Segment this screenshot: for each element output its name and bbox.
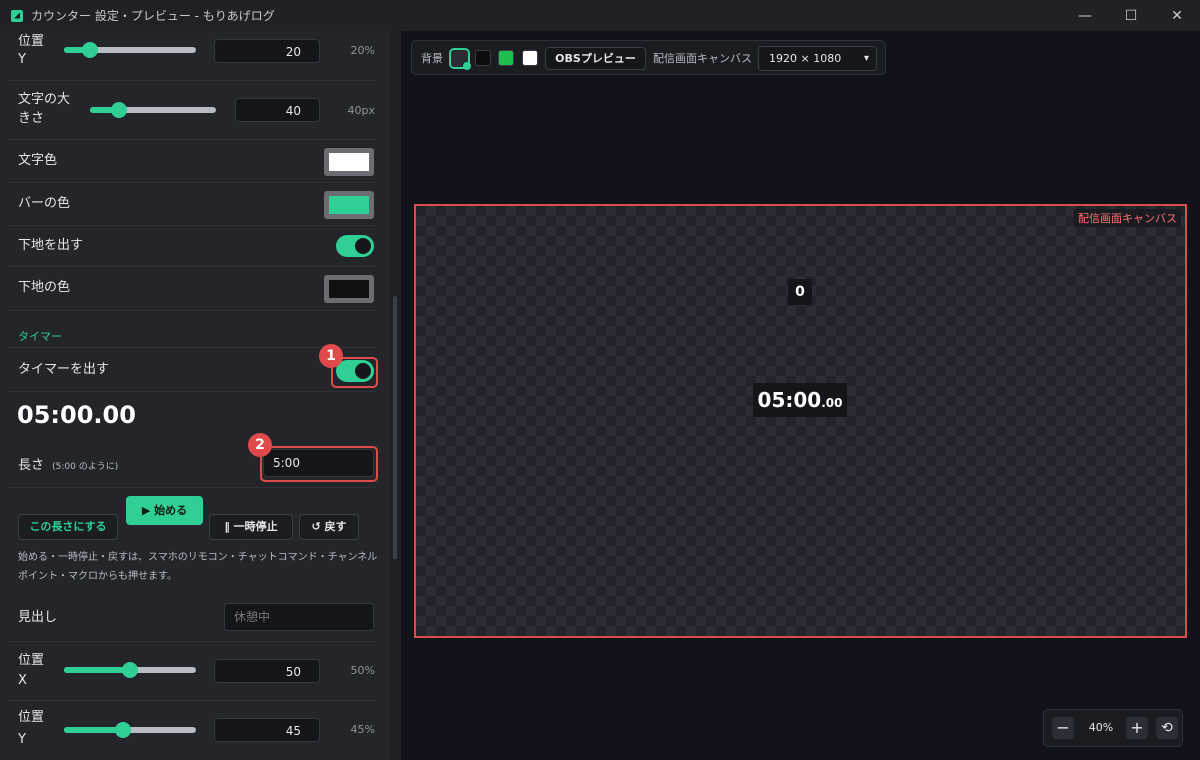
resolution-select[interactable]: 1920 × 1080 ▾ xyxy=(758,46,877,71)
reset-button[interactable]: ↺ 戻す xyxy=(299,514,359,540)
setting-label-cont: きさ xyxy=(18,111,45,126)
heading-input[interactable] xyxy=(224,603,374,631)
setting-label: 下地の色 xyxy=(18,280,71,295)
setting-row-position-y-top: 位置 Y 20 20% xyxy=(8,31,376,81)
background-toggle[interactable] xyxy=(336,235,374,257)
minimize-button[interactable]: — xyxy=(1062,0,1108,31)
position-y-input[interactable]: 20 xyxy=(214,39,320,63)
highlight-box-2 xyxy=(260,446,378,482)
setting-row-text-color: 文字色 xyxy=(8,140,376,183)
background-label: 背景 xyxy=(421,52,443,65)
zoom-level: 40% xyxy=(1088,721,1114,734)
position-y-percent: 45% xyxy=(350,723,375,736)
counter-overlay[interactable]: 0 xyxy=(788,279,812,305)
stream-canvas[interactable]: 配信画面キャンバス 0 05:00.00 xyxy=(414,204,1187,638)
duration-hint: (5:00 のように) xyxy=(52,462,119,472)
bar-color-swatch[interactable] xyxy=(324,191,374,219)
set-duration-button[interactable]: この長さにする xyxy=(18,514,118,540)
zoom-out-button[interactable]: − xyxy=(1052,717,1074,739)
annotation-badge-2: 2 xyxy=(248,433,272,457)
setting-label-axis: X xyxy=(18,673,27,688)
font-size-slider[interactable] xyxy=(90,102,216,118)
remote-control-note: 始める・一時停止・戻すは、スマホのリモコン・チャットコマンド・チャンネルポイント… xyxy=(18,552,378,582)
pause-button[interactable]: ‖ 一時停止 xyxy=(209,514,293,540)
preview-panel: 背景 OBSプレビュー 配信画面キャンバス 1920 × 1080 ▾ 配信画面… xyxy=(401,31,1200,760)
annotation-badge-1: 1 xyxy=(319,344,343,368)
title-bar: カウンター 設定・プレビュー - もりあげログ — ☐ ✕ xyxy=(0,0,1200,31)
setting-row-bar-color: バーの色 xyxy=(8,183,376,226)
background-swatch-checker[interactable] xyxy=(449,48,471,70)
setting-label: 下地を出す xyxy=(18,238,84,253)
setting-label-axis: Y xyxy=(18,52,26,67)
setting-label-axis: Y xyxy=(18,732,26,747)
obs-preview-button[interactable]: OBSプレビュー xyxy=(545,47,646,70)
background-swatch-green[interactable] xyxy=(498,50,514,66)
slider-knob[interactable] xyxy=(115,722,132,738)
section-title-timer: タイマー xyxy=(18,330,62,343)
canvas-size-label: 配信画面キャンバス xyxy=(653,52,752,65)
background-swatch-black[interactable] xyxy=(475,50,491,66)
background-swatch-white[interactable] xyxy=(522,50,538,66)
settings-panel: 位置 Y 20 20% 文字の大 きさ 40 40px 文字色 バーの色 下地を… xyxy=(0,31,399,760)
setting-label: 見出し xyxy=(18,610,58,625)
position-x-input[interactable]: 50 xyxy=(214,659,320,683)
timer-display: 05:00.00 xyxy=(17,401,136,429)
app-icon xyxy=(11,9,23,22)
zoom-controls: − 40% + ⟲ xyxy=(1043,709,1183,747)
chevron-down-icon: ▾ xyxy=(863,53,869,64)
position-y-slider[interactable] xyxy=(64,42,196,58)
duration-label: 長さ xyxy=(18,458,45,473)
slider-knob[interactable] xyxy=(82,42,99,58)
timer-overlay[interactable]: 05:00.00 xyxy=(753,383,847,417)
setting-row-position-x: 位置 X 50 50% xyxy=(8,642,376,701)
close-button[interactable]: ✕ xyxy=(1154,0,1200,31)
window-controls: — ☐ ✕ xyxy=(1062,0,1200,31)
setting-row-font-size: 文字の大 きさ 40 40px xyxy=(8,81,376,140)
timer-overlay-fraction: .00 xyxy=(821,396,843,410)
preview-toolbar: 背景 OBSプレビュー 配信画面キャンバス 1920 × 1080 ▾ xyxy=(411,40,886,75)
text-color-swatch[interactable] xyxy=(324,148,374,176)
scrollbar-thumb[interactable] xyxy=(393,296,397,559)
setting-label: 長さ (5:00 のように) xyxy=(18,455,118,478)
zoom-in-button[interactable]: + xyxy=(1126,717,1148,739)
setting-row-background-toggle: 下地を出す xyxy=(8,226,376,267)
setting-row-position-y: 位置 Y 45 45% xyxy=(8,701,376,759)
maximize-button[interactable]: ☐ xyxy=(1108,0,1154,31)
position-x-slider[interactable] xyxy=(64,662,196,678)
start-button[interactable]: ▶ 始める xyxy=(126,496,203,525)
position-y-percent: 20% xyxy=(350,44,375,57)
window-title: カウンター 設定・プレビュー - もりあげログ xyxy=(31,9,275,23)
timer-overlay-main: 05:00 xyxy=(757,388,822,412)
slider-knob[interactable] xyxy=(122,662,138,678)
setting-label: 位置 xyxy=(18,710,45,725)
font-size-unit: 40px xyxy=(347,104,376,117)
setting-label: 文字色 xyxy=(18,153,58,168)
setting-label: 位置 xyxy=(18,653,45,668)
slider-knob[interactable] xyxy=(110,102,127,118)
background-color-swatch[interactable] xyxy=(324,275,374,303)
setting-label: タイマーを出す xyxy=(18,362,110,377)
zoom-reset-button[interactable]: ⟲ xyxy=(1156,717,1178,739)
canvas-tag: 配信画面キャンバス xyxy=(1074,209,1181,227)
position-y-input[interactable]: 45 xyxy=(214,718,320,742)
setting-label: バーの色 xyxy=(18,196,71,211)
font-size-input[interactable]: 40 xyxy=(235,98,320,122)
position-x-percent: 50% xyxy=(350,664,375,677)
setting-row-background-color: 下地の色 xyxy=(8,267,376,311)
position-y-slider[interactable] xyxy=(64,722,196,738)
resolution-value: 1920 × 1080 xyxy=(769,52,842,65)
selected-indicator-icon xyxy=(463,62,471,70)
